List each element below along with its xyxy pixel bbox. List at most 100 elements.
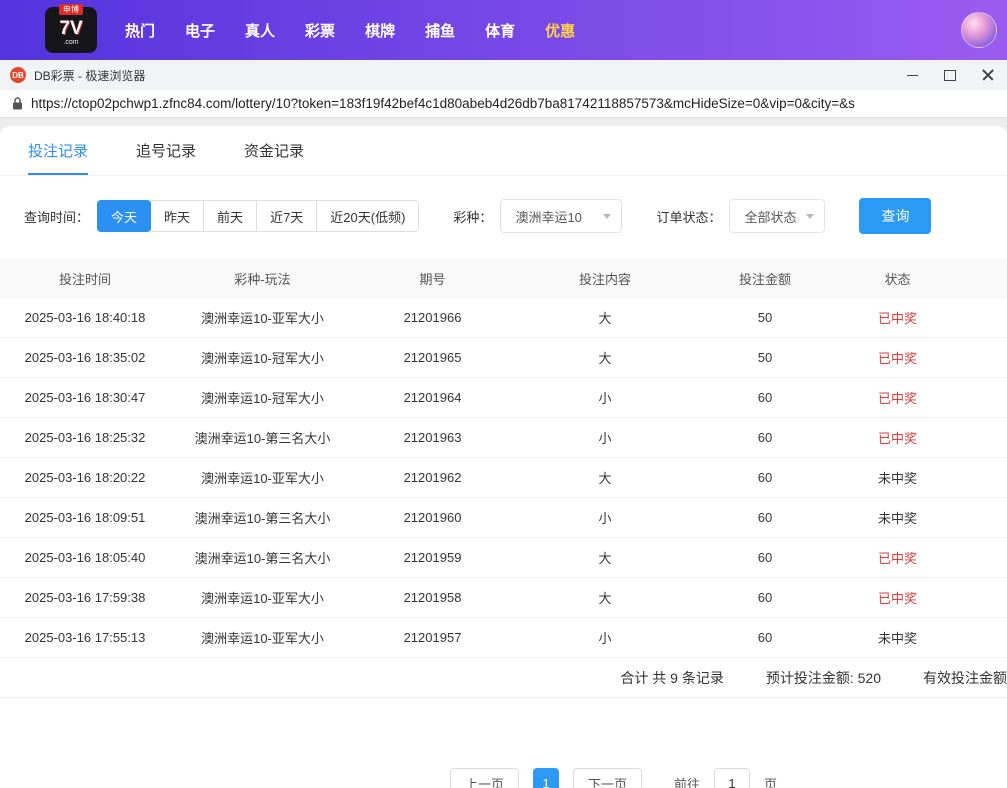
cell-bet-content: 大: [598, 591, 612, 606]
cell-game-play: 澳洲幸运10-亚军大小: [201, 631, 324, 646]
nav-item-7[interactable]: 体育: [485, 20, 515, 41]
cell-bet-amount: 60: [757, 390, 773, 405]
url-text[interactable]: https://ctop02pchwp1.zfnc84.com/lottery/…: [31, 96, 995, 111]
cell-bet-content: 大: [598, 351, 612, 366]
table-header-row: 投注时间 彩种-玩法 期号 投注内容 投注金额 状态: [0, 258, 1007, 298]
cell-bet-amount: 60: [757, 550, 773, 565]
maximize-button[interactable]: [931, 60, 969, 90]
cell-bet-amount: 60: [757, 590, 773, 605]
cell-game-play: 澳洲幸运10-第三名大小: [194, 511, 331, 526]
cell-bet-content: 大: [598, 551, 612, 566]
goto-page-label: 前往: [674, 776, 701, 788]
cell-status: 已中奖: [877, 551, 917, 566]
window-title: DB彩票 - 极速浏览器: [34, 68, 146, 83]
cell-game-play: 澳洲幸运10-亚军大小: [201, 311, 324, 326]
filter-bar: 查询时间： 今天 昨天 前天 近7天 近20天(低频) 彩种： 澳洲幸运10 订单状态：…: [24, 198, 983, 234]
cell-bet-amount: 60: [757, 510, 773, 525]
cell-bet-time: 2025-03-16 18:40:18: [24, 310, 146, 325]
window-controls: [893, 60, 1007, 90]
nav-item-6[interactable]: 捕鱼: [425, 20, 455, 41]
table-row: 2025-03-16 17:59:38 澳洲幸运10-亚军大小 21201958 大 6…: [0, 578, 1007, 618]
cell-bet-time: 2025-03-16 18:35:02: [24, 350, 146, 365]
cell-status: 已中奖: [877, 391, 917, 406]
lottery-select[interactable]: 澳洲幸运10: [500, 199, 623, 233]
cell-issue-number: 21201966: [403, 310, 462, 325]
table-row: 2025-03-16 18:35:02 澳洲幸运10-冠军大小 21201965 大 5…: [0, 338, 1007, 378]
nav-item-3[interactable]: 真人: [245, 20, 275, 41]
cell-issue-number: 21201957: [403, 630, 462, 645]
table-row: 2025-03-16 18:05:40 澳洲幸运10-第三名大小 21201959 大…: [0, 538, 1007, 578]
cell-issue-number: 21201958: [403, 590, 462, 605]
cell-issue-number: 21201962: [403, 470, 462, 485]
status-select-label: 订单状态：: [656, 209, 722, 225]
table-row: 2025-03-16 18:20:22 澳洲幸运10-亚军大小 21201962 大 6…: [0, 458, 1007, 498]
table-row: 2025-03-16 17:55:13 澳洲幸运10-亚军大小 21201957 小 6…: [0, 618, 1007, 658]
cell-bet-content: 小: [598, 511, 612, 526]
goto-page-input[interactable]: [714, 768, 751, 788]
time-filter-5[interactable]: 近20天(低频): [316, 200, 420, 232]
tab-3[interactable]: 资金记录: [244, 126, 304, 175]
logo-text: 7V: [59, 18, 83, 40]
time-filter-1[interactable]: 今天: [97, 200, 152, 232]
query-button[interactable]: 查询: [859, 198, 932, 234]
cell-bet-content: 小: [598, 431, 612, 446]
tab-2[interactable]: 追号记录: [136, 126, 196, 175]
time-filter-2[interactable]: 昨天: [150, 200, 205, 232]
cell-game-play: 澳洲幸运10-亚军大小: [201, 471, 324, 486]
cell-status: 未中奖: [877, 511, 917, 526]
cell-issue-number: 21201963: [403, 430, 462, 445]
next-page-button[interactable]: 下一页: [572, 768, 642, 788]
close-button[interactable]: [969, 60, 1007, 90]
logo-badge: 申博: [59, 4, 83, 15]
site-top-nav: 申博 7V .com 热门 电子 真人 彩票 棋牌 捕鱼 体育 优惠: [0, 0, 1007, 60]
status-select-value: 全部状态: [744, 209, 797, 225]
summary-items: 合计 共 9 条记录 预计投注金额: 520 有效投注金额: [0, 668, 1007, 688]
summary-total: 合计 共 9 条记录: [620, 669, 724, 686]
nav-item-2[interactable]: 电子: [185, 20, 215, 41]
time-filter-label: 查询时间：: [24, 209, 90, 225]
table-row: 2025-03-16 18:09:51 澳洲幸运10-第三名大小 21201960 小…: [0, 498, 1007, 538]
cell-bet-amount: 60: [757, 470, 773, 485]
user-avatar[interactable]: [961, 12, 997, 48]
col-header-4: 投注内容: [578, 271, 631, 287]
cell-game-play: 澳洲幸运10-冠军大小: [201, 351, 324, 366]
site-logo[interactable]: 申博 7V .com: [45, 4, 97, 53]
summary-row: 合计 共 9 条记录 预计投注金额: 520 有效投注金额: [0, 658, 1007, 698]
nav-item-4[interactable]: 彩票: [305, 20, 335, 41]
nav-item-5[interactable]: 棋牌: [365, 20, 395, 41]
cell-bet-time: 2025-03-16 18:05:40: [24, 550, 146, 565]
prev-page-button[interactable]: 上一页: [449, 768, 519, 788]
tab-1[interactable]: 投注记录: [28, 126, 89, 175]
table-row: 2025-03-16 18:30:47 澳洲幸运10-冠军大小 21201964 小 6…: [0, 378, 1007, 418]
cell-bet-time: 2025-03-16 18:20:22: [24, 470, 146, 485]
cell-status: 已中奖: [877, 591, 917, 606]
status-select[interactable]: 全部状态: [729, 199, 826, 233]
nav-item-1[interactable]: 热门: [125, 20, 155, 41]
chevron-down-icon: [603, 214, 612, 219]
table-row: 2025-03-16 18:40:18 澳洲幸运10-亚军大小 21201966 大 5…: [0, 298, 1007, 338]
col-header-3: 期号: [419, 271, 446, 287]
time-filter-4[interactable]: 近7天: [256, 200, 318, 232]
lock-icon: [13, 97, 22, 110]
time-filter-3[interactable]: 前天: [203, 200, 258, 232]
cell-bet-content: 大: [598, 311, 612, 326]
col-header-5: 投注金额: [738, 271, 791, 287]
cell-bet-content: 小: [598, 391, 612, 406]
minimize-button[interactable]: [893, 60, 931, 90]
col-header-1: 投注时间: [58, 271, 111, 287]
cell-bet-amount: 50: [757, 350, 773, 365]
cell-bet-content: 大: [598, 471, 612, 486]
cell-status: 未中奖: [877, 631, 917, 646]
page-unit-label: 页: [764, 776, 778, 788]
cell-status: 未中奖: [877, 471, 917, 486]
cell-bet-time: 2025-03-16 17:55:13: [24, 630, 146, 645]
nav-item-8[interactable]: 优惠: [545, 20, 575, 41]
time-filter-group: 今天 昨天 前天 近7天 近20天(低频): [97, 200, 420, 232]
bet-records-table: 投注时间 彩种-玩法 期号 投注内容 投注金额 状态 2025-03-16 18:40:1…: [0, 258, 1007, 658]
table-row: 2025-03-16 18:25:32 澳洲幸运10-第三名大小 21201963 小…: [0, 418, 1007, 458]
summary-expected-amount: 预计投注金额: 520: [765, 669, 881, 686]
current-page-button[interactable]: 1: [532, 768, 559, 788]
record-tabs: 投注记录 追号记录 资金记录: [0, 126, 1007, 176]
cell-bet-time: 2025-03-16 17:59:38: [24, 590, 146, 605]
records-card: 投注记录 追号记录 资金记录 查询时间： 今天 昨天 前天 近7天 近20天(低频) 彩种：…: [0, 126, 1007, 788]
